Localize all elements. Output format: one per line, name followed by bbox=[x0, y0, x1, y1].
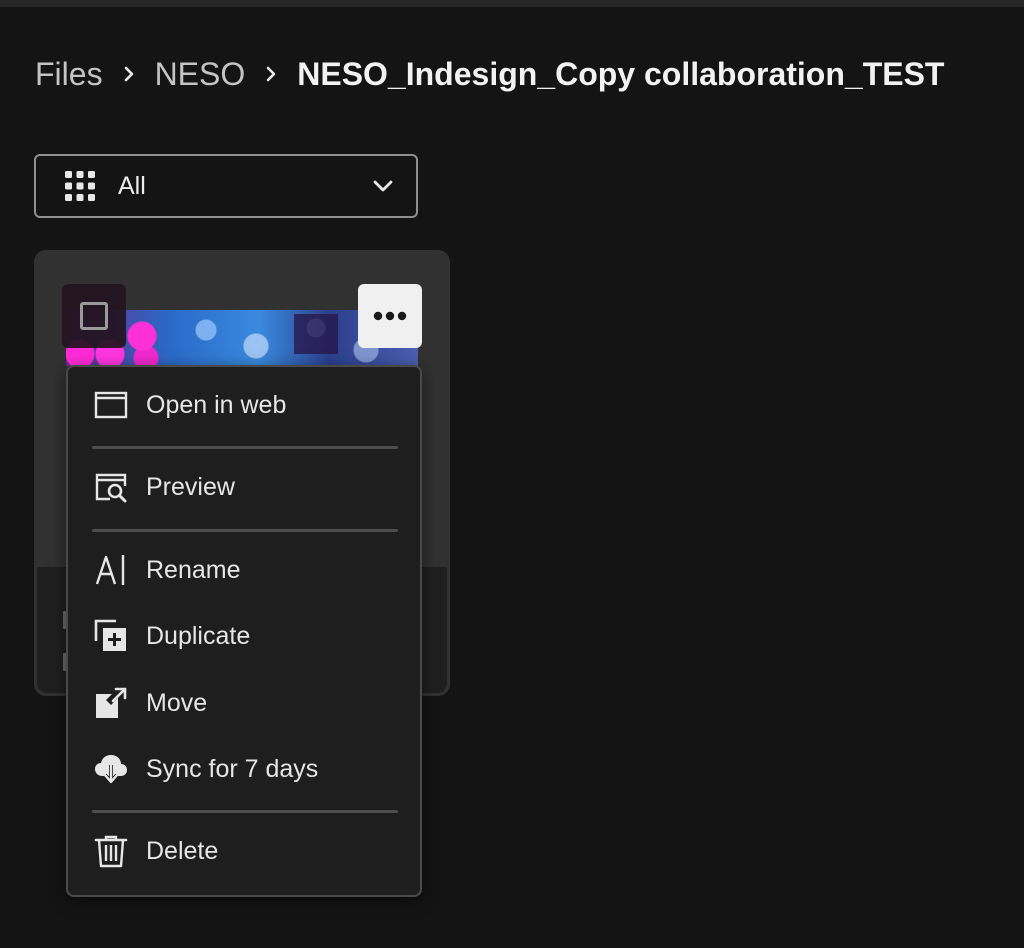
menu-divider bbox=[92, 446, 398, 449]
chevron-down-icon bbox=[372, 175, 394, 197]
menu-item-move[interactable]: Move bbox=[68, 673, 420, 733]
breadcrumb: Files NESO NESO_Indesign_Copy collaborat… bbox=[35, 52, 944, 96]
move-icon bbox=[94, 686, 128, 720]
menu-item-label: Open in web bbox=[146, 390, 287, 419]
more-actions-button[interactable] bbox=[358, 284, 422, 348]
more-horizontal-icon bbox=[373, 311, 407, 321]
grid-icon bbox=[64, 170, 96, 202]
filter-selected-label: All bbox=[118, 171, 146, 200]
duplicate-icon bbox=[94, 619, 128, 653]
menu-item-sync[interactable]: Sync for 7 days bbox=[68, 739, 420, 799]
breadcrumb-neso[interactable]: NESO bbox=[155, 56, 246, 93]
menu-divider bbox=[92, 810, 398, 813]
menu-item-label: Move bbox=[146, 688, 208, 717]
menu-divider bbox=[92, 529, 398, 532]
menu-item-duplicate[interactable]: Duplicate bbox=[68, 606, 420, 666]
menu-item-label: Duplicate bbox=[146, 621, 251, 650]
trash-icon bbox=[94, 834, 128, 868]
menu-item-label: Preview bbox=[146, 472, 235, 501]
cloud-sync-icon bbox=[94, 752, 128, 786]
checkbox-icon bbox=[80, 302, 108, 330]
select-checkbox[interactable] bbox=[62, 284, 126, 348]
filter-dropdown[interactable]: All bbox=[34, 154, 418, 218]
browser-window-icon bbox=[94, 388, 128, 422]
preview-icon bbox=[94, 470, 128, 504]
breadcrumb-current: NESO_Indesign_Copy collaboration_TEST bbox=[297, 55, 945, 92]
rename-icon bbox=[94, 553, 128, 587]
menu-item-label: Rename bbox=[146, 555, 241, 584]
menu-item-label: Sync for 7 days bbox=[146, 754, 319, 783]
menu-item-open-in-web[interactable]: Open in web bbox=[68, 375, 420, 435]
chevron-right-icon bbox=[253, 66, 289, 82]
top-bar bbox=[0, 0, 1024, 7]
menu-item-delete[interactable]: Delete bbox=[68, 821, 420, 881]
menu-item-preview[interactable]: Preview bbox=[68, 457, 420, 517]
chevron-right-icon bbox=[111, 66, 147, 82]
context-menu: Open in web Preview Rename Duplicate Mov… bbox=[66, 365, 422, 897]
breadcrumb-files[interactable]: Files bbox=[35, 56, 103, 93]
menu-item-label: Delete bbox=[146, 836, 219, 865]
menu-item-rename[interactable]: Rename bbox=[68, 540, 420, 600]
